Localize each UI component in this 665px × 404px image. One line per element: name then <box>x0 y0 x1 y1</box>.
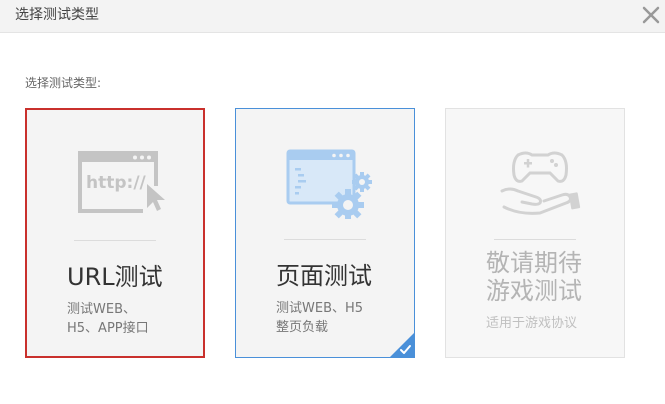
card-title-line: 敬请期待 <box>486 249 582 277</box>
select-test-type-dialog: 选择测试类型 选择测试类型: http:// URL测试 测试WEB、 H5、A… <box>0 0 665 404</box>
card-title: URL测试 <box>67 263 163 291</box>
dialog-titlebar: 选择测试类型 <box>0 0 665 33</box>
browser-settings-gears-icon <box>286 149 372 219</box>
card-title-line: 游戏测试 <box>486 277 582 305</box>
card-desc-line: 整页负载 <box>276 320 329 335</box>
card-description: 适用于游戏协议 <box>486 316 578 331</box>
card-description: 测试WEB、 H5、APP接口 <box>67 300 187 338</box>
card-divider <box>494 239 576 240</box>
card-game-test: 敬请期待 游戏测试 适用于游戏协议 <box>445 108 625 358</box>
selected-check-icon <box>390 333 414 357</box>
card-desc-line: 测试WEB、 <box>67 302 136 317</box>
card-description: 测试WEB、H5 整页负载 <box>276 299 396 337</box>
card-title: 页面测试 <box>276 262 372 290</box>
dialog-title: 选择测试类型 <box>15 7 99 23</box>
card-title: 敬请期待 游戏测试 <box>486 249 596 305</box>
close-icon <box>642 6 660 24</box>
card-url-test[interactable]: http:// URL测试 测试WEB、 H5、APP接口 <box>25 108 205 358</box>
card-divider <box>284 239 366 240</box>
card-divider <box>74 240 156 241</box>
card-page-test[interactable]: 页面测试 测试WEB、H5 整页负载 <box>235 108 415 358</box>
close-button[interactable] <box>641 5 661 25</box>
card-desc-line: H5、APP接口 <box>67 321 149 336</box>
card-desc-line: 测试WEB、H5 <box>276 301 364 316</box>
browser-http-cursor-icon: http:// <box>78 151 165 216</box>
prompt-label: 选择测试类型: <box>25 76 102 90</box>
gamepad-hand-icon <box>500 151 581 215</box>
svg-text:http://: http:// <box>86 173 147 193</box>
